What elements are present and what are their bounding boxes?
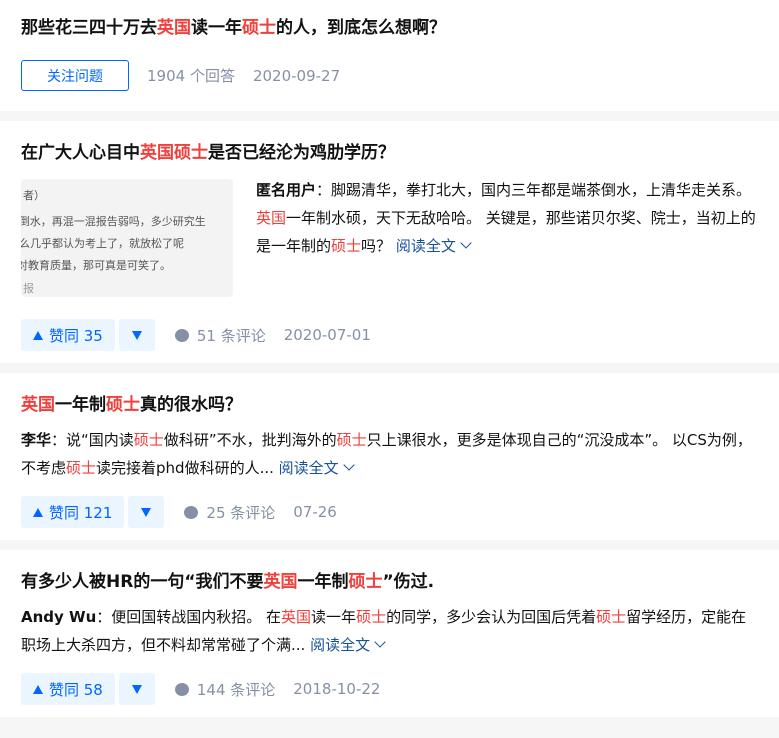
question-card: 那些花三四十万去英国读一年硕士的人，到底怎么想啊？ 关注问题 1904 个回答 … <box>0 0 779 111</box>
upvote-button[interactable]: 赞同 35 <box>21 319 115 351</box>
triangle-down-icon <box>131 330 142 340</box>
divider <box>0 111 779 121</box>
answer-date: 2018-10-22 <box>293 680 381 698</box>
chevron-down-icon <box>343 459 355 471</box>
answer-card-3: 有多少人被HR的一句“我们不要英国一年制硕士”伤过. Andy Wu：便回国转战… <box>0 550 779 717</box>
answer-count[interactable]: 1904 个回答 <box>147 65 235 86</box>
triangle-up-icon <box>33 507 43 517</box>
upvote-button[interactable]: 赞同 58 <box>21 673 115 705</box>
author-name[interactable]: Andy Wu <box>21 608 96 626</box>
triangle-up-icon <box>33 330 43 340</box>
author-name[interactable]: 匿名用户 <box>256 181 316 199</box>
answer-title[interactable]: 有多少人被HR的一句“我们不要英国一年制硕士”伤过. <box>21 570 758 594</box>
comment-bubble-icon <box>184 505 199 519</box>
answer-actions: 赞同 121 25 条评论 07-26 <box>21 496 758 540</box>
answer-actions: 赞同 35 51 条评论 2020-07-01 <box>21 319 758 363</box>
follow-question-button[interactable]: 关注问题 <box>21 60 129 91</box>
chevron-down-icon <box>374 636 386 648</box>
divider <box>0 363 779 373</box>
question-meta: 关注问题 1904 个回答 2020-09-27 <box>21 60 758 111</box>
answer-date: 07-26 <box>293 503 337 521</box>
comment-bubble-icon <box>174 328 189 342</box>
answer-actions: 赞同 58 144 条评论 2018-10-22 <box>21 673 758 717</box>
question-date: 2020-09-27 <box>252 66 341 85</box>
answer-card-2: 英国一年制硕士真的很水吗？ 李华：说“国内读硕士做科研”不水，批判海外的硕士只上… <box>0 373 779 540</box>
triangle-down-icon <box>141 507 152 517</box>
comment-button[interactable]: 25 条评论 <box>184 502 275 523</box>
answer-excerpt-block: 李华：说“国内读硕士做科研”不水，批判海外的硕士只上课很水，更多是体现自己的“沉… <box>21 426 758 482</box>
divider <box>0 540 779 550</box>
read-more-link[interactable]: 阅读全文 <box>279 459 355 477</box>
answer-title[interactable]: 在广大人心目中英国硕士是否已经沦为鸡肋学历？ <box>21 141 758 165</box>
answer-excerpt[interactable]: Andy Wu：便回国转战国内秋招。 在英国读一年硕士的同学，多少会认为回国后凭… <box>21 603 758 659</box>
comment-button[interactable]: 144 条评论 <box>174 679 275 700</box>
answer-title[interactable]: 英国一年制硕士真的很水吗？ <box>21 393 758 417</box>
downvote-button[interactable] <box>128 496 165 528</box>
answer-date: 2020-07-01 <box>283 326 371 344</box>
upvote-button[interactable]: 赞同 121 <box>21 496 125 528</box>
comment-button[interactable]: 51 条评论 <box>174 325 266 346</box>
triangle-up-icon <box>33 684 43 694</box>
triangle-down-icon <box>131 684 142 694</box>
read-more-link[interactable]: 阅读全文 <box>310 636 386 654</box>
read-more-link[interactable]: 阅读全文 <box>396 237 472 255</box>
search-results-feed: 那些花三四十万去英国读一年硕士的人，到底怎么想啊？ 关注问题 1904 个回答 … <box>0 0 779 717</box>
comment-bubble-icon <box>174 682 189 696</box>
answer-excerpt-block: Andy Wu：便回国转战国内秋招。 在英国读一年硕士的同学，多少会认为回国后凭… <box>21 603 758 659</box>
author-name[interactable]: 李华 <box>21 431 51 449</box>
answer-thumbnail[interactable]: 者） :倒水，再混一混报告弱吗，多少研究生 么几乎都认为考上了，就放松了呢 对教… <box>21 179 233 297</box>
answer-card-1: 在广大人心目中英国硕士是否已经沦为鸡肋学历？ 者） :倒水，再混一混报告弱吗，多… <box>0 121 779 363</box>
question-title[interactable]: 那些花三四十万去英国读一年硕士的人，到底怎么想啊？ <box>21 16 758 40</box>
answer-excerpt[interactable]: 李华：说“国内读硕士做科研”不水，批判海外的硕士只上课很水，更多是体现自己的“沉… <box>21 426 758 482</box>
downvote-button[interactable] <box>118 673 155 705</box>
answer-excerpt[interactable]: 匿名用户：脚踢清华，拳打北大，国内三年都是端茶倒水，上清华走关系。英国一年制水硕… <box>256 176 758 297</box>
downvote-button[interactable] <box>118 319 155 351</box>
answer-excerpt-row: 者） :倒水，再混一混报告弱吗，多少研究生 么几乎都认为考上了，就放松了呢 对教… <box>21 179 758 297</box>
chevron-down-icon <box>460 237 472 249</box>
